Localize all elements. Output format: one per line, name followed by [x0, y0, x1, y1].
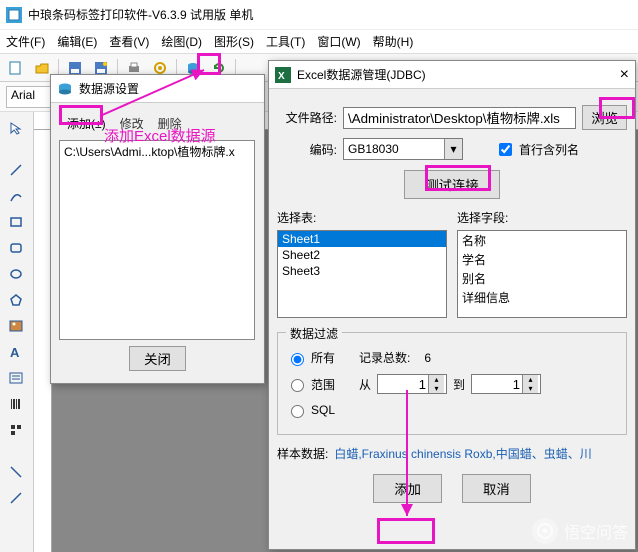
- to-spinner[interactable]: ▴▾: [471, 374, 541, 394]
- sheet-item[interactable]: Sheet2: [278, 247, 446, 263]
- sheet-item[interactable]: Sheet1: [278, 231, 446, 247]
- select-table-label: 选择表:: [277, 209, 447, 226]
- svg-text:X: X: [278, 71, 285, 82]
- browse-button[interactable]: 浏览: [582, 105, 627, 130]
- menu-draw[interactable]: 绘图(D): [161, 33, 202, 50]
- menu-view[interactable]: 查看(V): [109, 33, 149, 50]
- sample-value: 白蜡,Fraxinus chinensis Roxb,中国蜡、虫蜡、川: [334, 445, 591, 462]
- datasource-list[interactable]: C:\Users\Admi...ktop\植物标牌.x: [59, 140, 255, 340]
- cancel-button[interactable]: 取消: [462, 474, 531, 503]
- select-field-label: 选择字段:: [457, 209, 627, 226]
- menu-help[interactable]: 帮助(H): [373, 33, 414, 50]
- radio-all[interactable]: 所有: [286, 349, 335, 366]
- menu-edit[interactable]: 编辑(E): [57, 33, 97, 50]
- first-row-checkbox[interactable]: 首行含列名: [495, 140, 579, 159]
- new-icon[interactable]: [4, 56, 28, 80]
- tab-add[interactable]: 添加(±): [67, 115, 106, 132]
- polygon-icon[interactable]: [2, 288, 30, 312]
- menu-tool[interactable]: 工具(T): [266, 33, 305, 50]
- menu-window[interactable]: 窗口(W): [317, 33, 360, 50]
- left-toolbar: A: [0, 112, 34, 552]
- field-item[interactable]: 名称: [458, 231, 626, 250]
- menu-bar: 文件(F) 编辑(E) 查看(V) 绘图(D) 图形(S) 工具(T) 窗口(W…: [0, 30, 638, 54]
- app-title: 中琅条码标签打印软件-V6.3.9 试用版 单机: [28, 6, 253, 23]
- path-label: 文件路径:: [277, 109, 337, 126]
- sample-label: 样本数据:: [277, 445, 328, 462]
- jdbc-dialog: X Excel数据源管理(JDBC) × 文件路径: 浏览 编码: GB1803…: [268, 60, 636, 550]
- sheet-list[interactable]: Sheet1 Sheet2 Sheet3: [277, 230, 447, 318]
- dialog-icon: [57, 81, 73, 97]
- from-label: 从: [359, 376, 371, 393]
- diag2-icon[interactable]: [2, 486, 30, 510]
- barcode-icon[interactable]: [2, 392, 30, 416]
- list-item[interactable]: C:\Users\Admi...ktop\植物标牌.x: [64, 143, 250, 160]
- richtext-icon[interactable]: [2, 366, 30, 390]
- ellipse-icon[interactable]: [2, 262, 30, 286]
- line-icon[interactable]: [2, 158, 30, 182]
- radio-range[interactable]: 范围: [286, 376, 335, 393]
- menu-shape[interactable]: 图形(S): [214, 33, 254, 50]
- curve-icon[interactable]: [2, 184, 30, 208]
- encoding-label: 编码:: [277, 141, 337, 158]
- encoding-combo[interactable]: GB18030 ▾: [343, 138, 463, 160]
- tab-edit[interactable]: 修改: [120, 115, 144, 132]
- svg-text:A: A: [10, 345, 20, 359]
- ds-title: 数据源设置: [79, 80, 139, 97]
- rect-icon[interactable]: [2, 210, 30, 234]
- pointer-icon[interactable]: [2, 116, 30, 140]
- count-label: 记录总数:: [359, 349, 410, 366]
- radio-sql[interactable]: SQL: [286, 402, 335, 418]
- test-button[interactable]: 测试连接: [404, 170, 499, 199]
- tab-delete[interactable]: 删除: [158, 115, 182, 132]
- text-icon[interactable]: A: [2, 340, 30, 364]
- diag1-icon[interactable]: [2, 460, 30, 484]
- roundrect-icon[interactable]: [2, 236, 30, 260]
- to-label: 到: [453, 376, 465, 393]
- path-input[interactable]: [343, 107, 576, 129]
- jdbc-title: Excel数据源管理(JDBC): [297, 66, 426, 83]
- close-icon[interactable]: ×: [620, 66, 629, 84]
- menu-file[interactable]: 文件(F): [6, 33, 45, 50]
- close-button[interactable]: 关闭: [129, 346, 186, 371]
- add-button[interactable]: 添加: [373, 474, 442, 503]
- datasource-dialog: 数据源设置 添加(±) 修改 删除 C:\Users\Admi...ktop\植…: [50, 74, 265, 384]
- image-icon[interactable]: [2, 314, 30, 338]
- filter-group-title: 数据过滤: [286, 325, 342, 342]
- field-item[interactable]: 学名: [458, 250, 626, 269]
- chevron-down-icon[interactable]: ▾: [444, 139, 462, 159]
- field-item[interactable]: 别名: [458, 269, 626, 288]
- field-list[interactable]: 名称 学名 别名 详细信息: [457, 230, 627, 318]
- field-item[interactable]: 详细信息: [458, 288, 626, 307]
- from-spinner[interactable]: ▴▾: [377, 374, 447, 394]
- qrcode-icon[interactable]: [2, 418, 30, 442]
- excel-icon: X: [275, 67, 291, 83]
- sheet-item[interactable]: Sheet3: [278, 263, 446, 279]
- count-value: 6: [424, 351, 431, 365]
- app-icon: [6, 7, 22, 23]
